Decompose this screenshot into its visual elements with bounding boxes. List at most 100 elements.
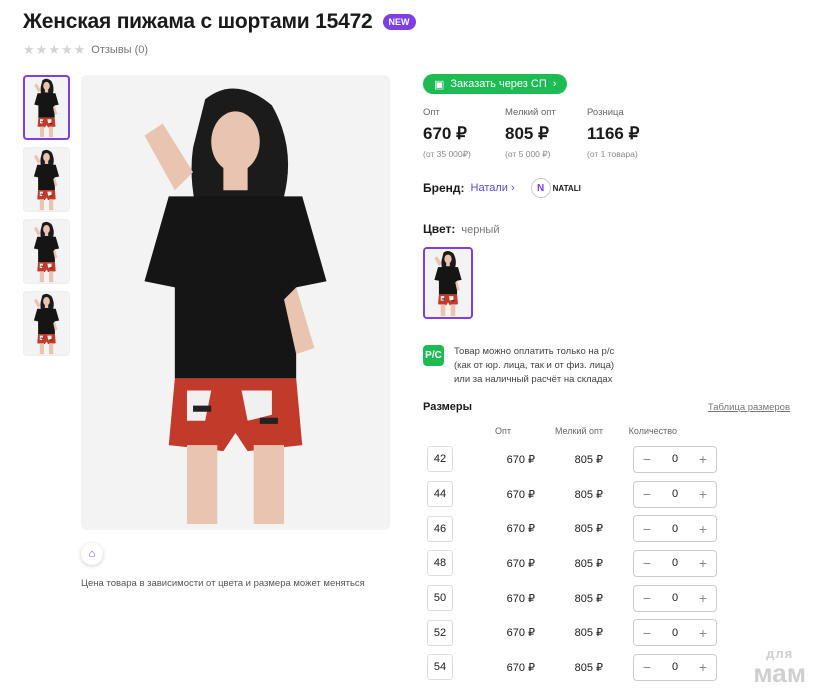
price-tiers: Опт 670 ₽ (от 35 000₽) Мелкий опт 805 ₽ … <box>423 107 803 160</box>
plus-icon[interactable]: + <box>696 659 710 675</box>
payment-note-line: (как от юр. лица, так и от физ. лица) <box>454 360 615 371</box>
size-row: 54 670 ₽ 805 ₽ − 0 + <box>423 650 803 685</box>
thumbnail-1[interactable] <box>23 75 70 140</box>
quantity-input[interactable]: 0 <box>672 488 678 500</box>
chevron-right-icon: › <box>510 182 515 194</box>
size-chart-link[interactable]: Таблица размеров <box>708 402 790 413</box>
quantity-stepper: − 0 + <box>633 480 717 508</box>
order-via-sp-label: Заказать через СП <box>450 78 547 90</box>
brand-logo-icon: N <box>530 178 551 198</box>
main-product-photo[interactable] <box>81 75 390 530</box>
size-price-opt: 670 ₽ <box>506 557 535 570</box>
price-tier-value: 1166 ₽ <box>587 124 640 143</box>
rating-row: ★ ★ ★ ★ ★ Отзывы (0) <box>23 43 148 56</box>
star-icon: ★ <box>73 42 86 57</box>
quantity-stepper: − 0 + <box>633 653 717 681</box>
brand-name: Натали <box>470 182 508 194</box>
brand-link[interactable]: Натали › <box>471 182 515 194</box>
sizes-title: Размеры <box>423 401 473 413</box>
minus-icon[interactable]: − <box>640 486 654 502</box>
star-icon: ★ <box>48 42 60 57</box>
chevron-right-icon: › <box>552 78 557 90</box>
price-tier-condition: (от 35 000₽) <box>423 149 471 159</box>
minus-icon[interactable]: − <box>640 590 654 606</box>
price-tier-condition: (от 5 000 ₽) <box>505 149 551 159</box>
thumbnail-2[interactable] <box>23 147 70 212</box>
size-price-small: 805 ₽ <box>574 523 603 536</box>
size-price-small: 805 ₽ <box>574 488 603 501</box>
plus-icon[interactable]: + <box>696 521 710 537</box>
plus-icon[interactable]: + <box>696 625 710 641</box>
brand-logo-text: NATALI <box>552 183 581 193</box>
plus-icon[interactable]: + <box>696 555 710 571</box>
size-price-opt: 670 ₽ <box>506 453 535 466</box>
size-row: 46 670 ₽ 805 ₽ − 0 + <box>423 511 803 546</box>
sizes-table-header: Опт Мелкий опт Количество <box>423 426 803 436</box>
color-swatch-black[interactable] <box>423 247 473 319</box>
hanger-icon[interactable]: ⌂ <box>81 543 103 565</box>
payment-note: Р/С Товар можно оплатить только на р/с (… <box>423 345 803 387</box>
col-header-small-opt: Мелкий опт <box>554 426 603 436</box>
payment-note-text: Товар можно оплатить только на р/с (как … <box>454 345 614 387</box>
color-value: черный <box>461 224 500 236</box>
watermark-logo: для мам <box>753 646 806 688</box>
star-icon: ★ <box>35 42 48 57</box>
price-tier-label: Розница <box>587 107 624 118</box>
new-badge: NEW <box>382 14 416 30</box>
product-info-panel: ▣ Заказать через СП › Опт 670 ₽ (от 35 0… <box>423 74 803 685</box>
minus-icon[interactable]: − <box>640 659 654 675</box>
thumbnail-4[interactable] <box>23 291 70 356</box>
size-row: 50 670 ₽ 805 ₽ − 0 + <box>423 581 803 616</box>
quantity-input[interactable]: 0 <box>672 523 678 535</box>
price-tier-small-opt: Мелкий опт 805 ₽ (от 5 000 ₽) <box>505 107 587 160</box>
price-note: Цена товара в зависимости от цвета и раз… <box>81 578 365 589</box>
star-icon: ★ <box>23 42 35 57</box>
size-label: 48 <box>427 550 453 577</box>
plus-icon[interactable]: + <box>696 451 710 467</box>
quantity-input[interactable]: 0 <box>672 627 678 639</box>
thumbnail-3[interactable] <box>23 219 70 284</box>
color-row: Цвет: черный <box>423 222 803 236</box>
size-row: 42 670 ₽ 805 ₽ − 0 + <box>423 442 803 477</box>
plus-icon[interactable]: + <box>696 590 710 606</box>
quantity-stepper: − 0 + <box>633 549 717 577</box>
size-row: 44 670 ₽ 805 ₽ − 0 + <box>423 477 803 512</box>
bank-transfer-icon: Р/С <box>423 345 444 366</box>
size-price-opt: 670 ₽ <box>506 661 535 674</box>
watermark-line-2: мам <box>753 658 806 688</box>
price-tier-condition: (от 1 товара) <box>587 149 638 159</box>
minus-icon[interactable]: − <box>640 451 654 467</box>
quantity-input[interactable]: 0 <box>672 453 678 465</box>
quantity-input[interactable]: 0 <box>672 557 678 569</box>
payment-note-line: Товар можно оплатить только на р/с <box>454 346 615 357</box>
minus-icon[interactable]: − <box>640 521 654 537</box>
star-icon: ★ <box>60 42 73 57</box>
size-price-opt: 670 ₽ <box>506 627 535 640</box>
size-price-opt: 670 ₽ <box>506 488 535 501</box>
size-price-opt: 670 ₽ <box>506 592 535 605</box>
col-header-qty: Количество <box>628 426 677 436</box>
quantity-stepper: − 0 + <box>633 445 717 473</box>
order-via-sp-button[interactable]: ▣ Заказать через СП › <box>423 74 568 94</box>
size-price-small: 805 ₽ <box>574 557 603 570</box>
plus-icon[interactable]: + <box>696 486 710 502</box>
quantity-input[interactable]: 0 <box>672 592 678 604</box>
size-label: 50 <box>427 585 453 612</box>
size-price-small: 805 ₽ <box>574 661 603 674</box>
minus-icon[interactable]: − <box>640 555 654 571</box>
size-price-small: 805 ₽ <box>574 592 603 605</box>
size-label: 42 <box>427 446 453 473</box>
quantity-stepper: − 0 + <box>633 619 717 647</box>
price-tier-retail: Розница 1166 ₽ (от 1 товара) <box>587 107 669 160</box>
brand-label: Бренд: <box>423 181 465 195</box>
quantity-stepper: − 0 + <box>633 515 717 543</box>
size-row: 48 670 ₽ 805 ₽ − 0 + <box>423 546 803 581</box>
reviews-link[interactable]: Отзывы (0) <box>91 44 148 56</box>
rating-stars[interactable]: ★ ★ ★ ★ ★ <box>23 43 85 56</box>
size-row: 52 670 ₽ 805 ₽ − 0 + <box>423 615 803 650</box>
brand-logo[interactable]: N NATALI <box>530 178 581 198</box>
minus-icon[interactable]: − <box>640 625 654 641</box>
product-title: Женская пижама с шортами 15472 <box>23 10 373 33</box>
quantity-input[interactable]: 0 <box>672 661 678 673</box>
size-label: 46 <box>427 515 453 542</box>
